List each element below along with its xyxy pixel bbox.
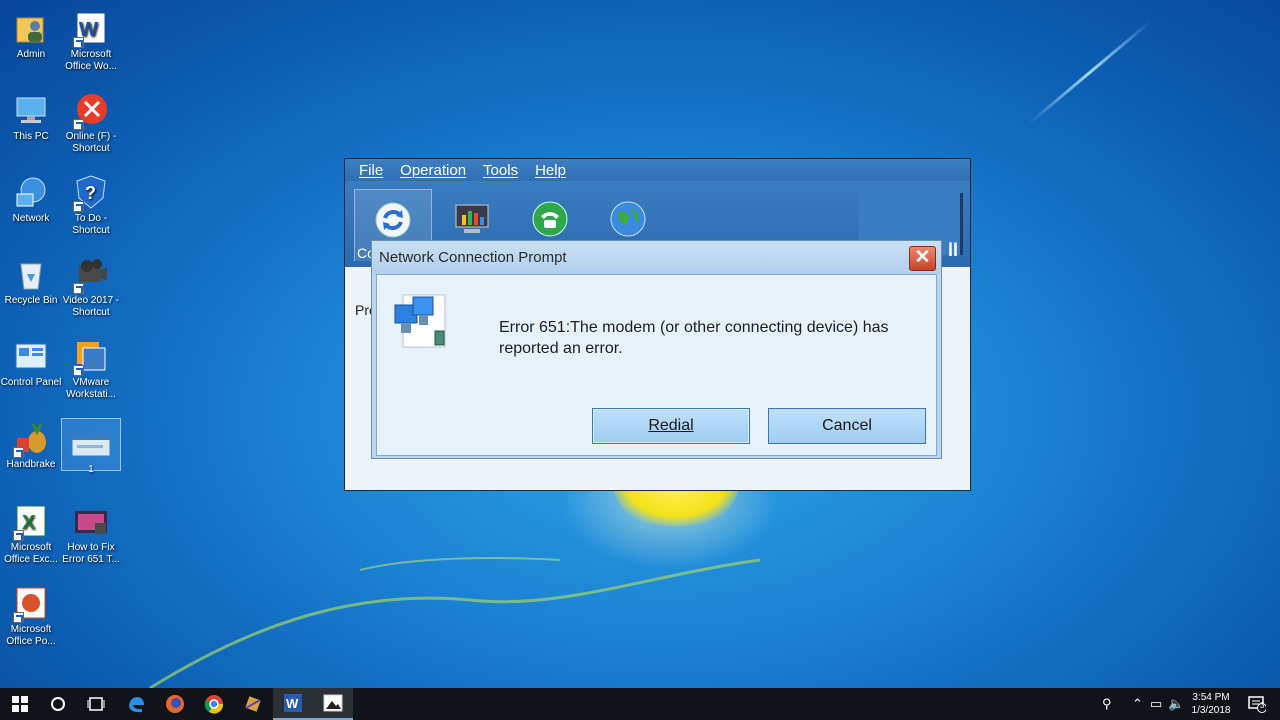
desktop-icon-label: Microsoft Office Exc... bbox=[4, 542, 58, 565]
desktop-icon-word[interactable]: W Microsoft Office Wo... bbox=[60, 10, 122, 73]
desktop-icon-admin[interactable]: Admin bbox=[0, 10, 62, 61]
menu-bar: File Operation Tools Help bbox=[345, 159, 970, 181]
desktop-icon-label: Recycle Bin bbox=[4, 295, 58, 306]
redial-button[interactable]: Redial bbox=[592, 408, 750, 444]
chevron-up-icon[interactable]: ⌃ bbox=[1132, 696, 1143, 712]
desktop-icon-label: Video 2017 - Shortcut bbox=[62, 295, 120, 318]
chrome-icon bbox=[204, 695, 224, 714]
powerpoint-icon bbox=[13, 585, 49, 623]
desktop-icon-online-shortcut[interactable]: Online (F) - Shortcut bbox=[60, 92, 122, 155]
network-tray-icon[interactable]: ▭ bbox=[1150, 696, 1162, 712]
window-thumbnail-icon bbox=[71, 433, 111, 461]
desktop-icon-vmware[interactable]: VMware Workstati... bbox=[60, 338, 122, 401]
action-center-button[interactable]: 3 bbox=[1242, 688, 1272, 720]
volume-icon[interactable]: 🔈 bbox=[1168, 696, 1184, 712]
menu-help[interactable]: Help bbox=[535, 162, 566, 179]
desktop-icon-label: Microsoft Office Po... bbox=[6, 624, 56, 647]
search-button[interactable] bbox=[38, 688, 78, 720]
taskbar-photos[interactable] bbox=[313, 688, 353, 720]
monitor-chart-icon bbox=[454, 201, 490, 237]
camcorder-icon bbox=[73, 256, 109, 294]
winrar-icon bbox=[245, 696, 261, 712]
clock-time: 3:54 PM bbox=[1192, 692, 1230, 703]
vmware-icon bbox=[73, 338, 109, 376]
desktop-icon-video-shortcut[interactable]: Video 2017 - Shortcut bbox=[60, 256, 122, 319]
edge-icon bbox=[129, 697, 144, 713]
network-icon bbox=[13, 174, 49, 210]
taskbar-winrar[interactable] bbox=[233, 688, 273, 720]
cancel-button[interactable]: Cancel bbox=[768, 408, 926, 444]
desktop-icon-label: How to Fix Error 651 T... bbox=[62, 542, 120, 565]
word-icon: W bbox=[284, 694, 302, 712]
close-button[interactable]: ✕ bbox=[909, 246, 936, 271]
handbrake-icon bbox=[13, 420, 49, 458]
task-view-button[interactable] bbox=[76, 688, 116, 720]
clock-date: 1/3/2018 bbox=[1191, 705, 1231, 716]
menu-file[interactable]: File bbox=[359, 162, 383, 179]
desktop-icon-label: VMware Workstati... bbox=[66, 377, 116, 400]
phone-icon bbox=[532, 201, 568, 237]
redial-label: Redial bbox=[648, 417, 694, 434]
help-shield-icon: ? bbox=[73, 174, 109, 212]
desktop-icon-label: This PC bbox=[13, 131, 49, 142]
dialog-content: Error 651:The modem (or other connecting… bbox=[376, 274, 937, 456]
desktop-icon-label: Control Panel bbox=[0, 377, 62, 388]
desktop-icon-label: To Do - Shortcut bbox=[72, 213, 110, 236]
error-drive-icon bbox=[73, 92, 109, 130]
close-icon: ✕ bbox=[914, 247, 931, 268]
desktop-icon-label: Network bbox=[12, 213, 50, 224]
desktop-icon-how-to-fix[interactable]: How to Fix Error 651 T... bbox=[60, 503, 122, 566]
desktop-icon-control-panel[interactable]: Control Panel bbox=[0, 338, 62, 389]
taskbar-chrome[interactable] bbox=[194, 688, 234, 720]
svg-text:?: ? bbox=[85, 183, 96, 203]
word-icon: W bbox=[73, 10, 109, 48]
start-button[interactable] bbox=[0, 688, 40, 720]
desktop-icon-todo-shortcut[interactable]: ? To Do - Shortcut bbox=[60, 174, 122, 237]
error-message: Error 651:The modem (or other connecting… bbox=[499, 319, 889, 357]
desktop-icon-powerpoint[interactable]: Microsoft Office Po... bbox=[0, 585, 62, 648]
toolbar-right-label-fragment: ll bbox=[947, 240, 958, 260]
task-view-icon bbox=[87, 697, 105, 711]
desktop-icon-label: Admin bbox=[16, 49, 46, 60]
desktop-icon-1[interactable]: 1 bbox=[61, 418, 121, 475]
photos-icon bbox=[323, 694, 343, 712]
dialog-title: Network Connection Prompt bbox=[379, 249, 567, 266]
desktop-icon-label: 1 bbox=[88, 464, 94, 475]
recycle-bin-icon bbox=[13, 256, 49, 292]
taskbar-edge[interactable] bbox=[116, 688, 156, 720]
cortana-circle-icon bbox=[51, 697, 65, 711]
refresh-icon bbox=[375, 202, 411, 238]
taskbar-firefox[interactable] bbox=[155, 688, 195, 720]
svg-text:X: X bbox=[22, 512, 36, 534]
desktop-icon-network[interactable]: Network bbox=[0, 174, 62, 225]
desktop-icon-this-pc[interactable]: This PC bbox=[0, 92, 62, 143]
network-computers-icon bbox=[391, 291, 451, 351]
taskbar: W ⚲ ⌃ ▭ 🔈 3:54 PM 1/3/2018 3 bbox=[0, 688, 1280, 720]
desktop-icon-handbrake[interactable]: Handbrake bbox=[0, 420, 62, 471]
desktop-icon-recycle-bin[interactable]: Recycle Bin bbox=[0, 256, 62, 307]
svg-text:W: W bbox=[286, 696, 299, 711]
windows-logo-icon bbox=[12, 696, 28, 712]
video-file-icon bbox=[73, 503, 109, 539]
excel-icon: X bbox=[13, 503, 49, 541]
desktop-icon-excel[interactable]: X Microsoft Office Exc... bbox=[0, 503, 62, 566]
clock[interactable]: 3:54 PM 1/3/2018 bbox=[1184, 691, 1238, 717]
notification-count: 3 bbox=[1260, 701, 1265, 710]
computer-icon bbox=[13, 92, 49, 128]
dialog-titlebar[interactable]: Network Connection Prompt ✕ bbox=[372, 241, 941, 274]
globe-icon bbox=[610, 201, 646, 237]
desktop-icon-label: Handbrake bbox=[6, 459, 56, 470]
taskbar-word[interactable]: W bbox=[273, 688, 313, 720]
menu-tools[interactable]: Tools bbox=[483, 162, 518, 179]
firefox-icon bbox=[166, 695, 184, 713]
network-connection-dialog: Network Connection Prompt ✕ Error 651:Th… bbox=[371, 240, 942, 459]
user-folder-icon bbox=[13, 10, 49, 46]
menu-operation[interactable]: Operation bbox=[400, 162, 466, 179]
desktop-icon-label: Microsoft Office Wo... bbox=[65, 49, 117, 72]
people-icon[interactable]: ⚲ bbox=[1102, 696, 1112, 712]
control-panel-icon bbox=[13, 338, 49, 374]
cancel-label: Cancel bbox=[822, 417, 872, 434]
desktop-icon-label: Online (F) - Shortcut bbox=[65, 131, 117, 154]
